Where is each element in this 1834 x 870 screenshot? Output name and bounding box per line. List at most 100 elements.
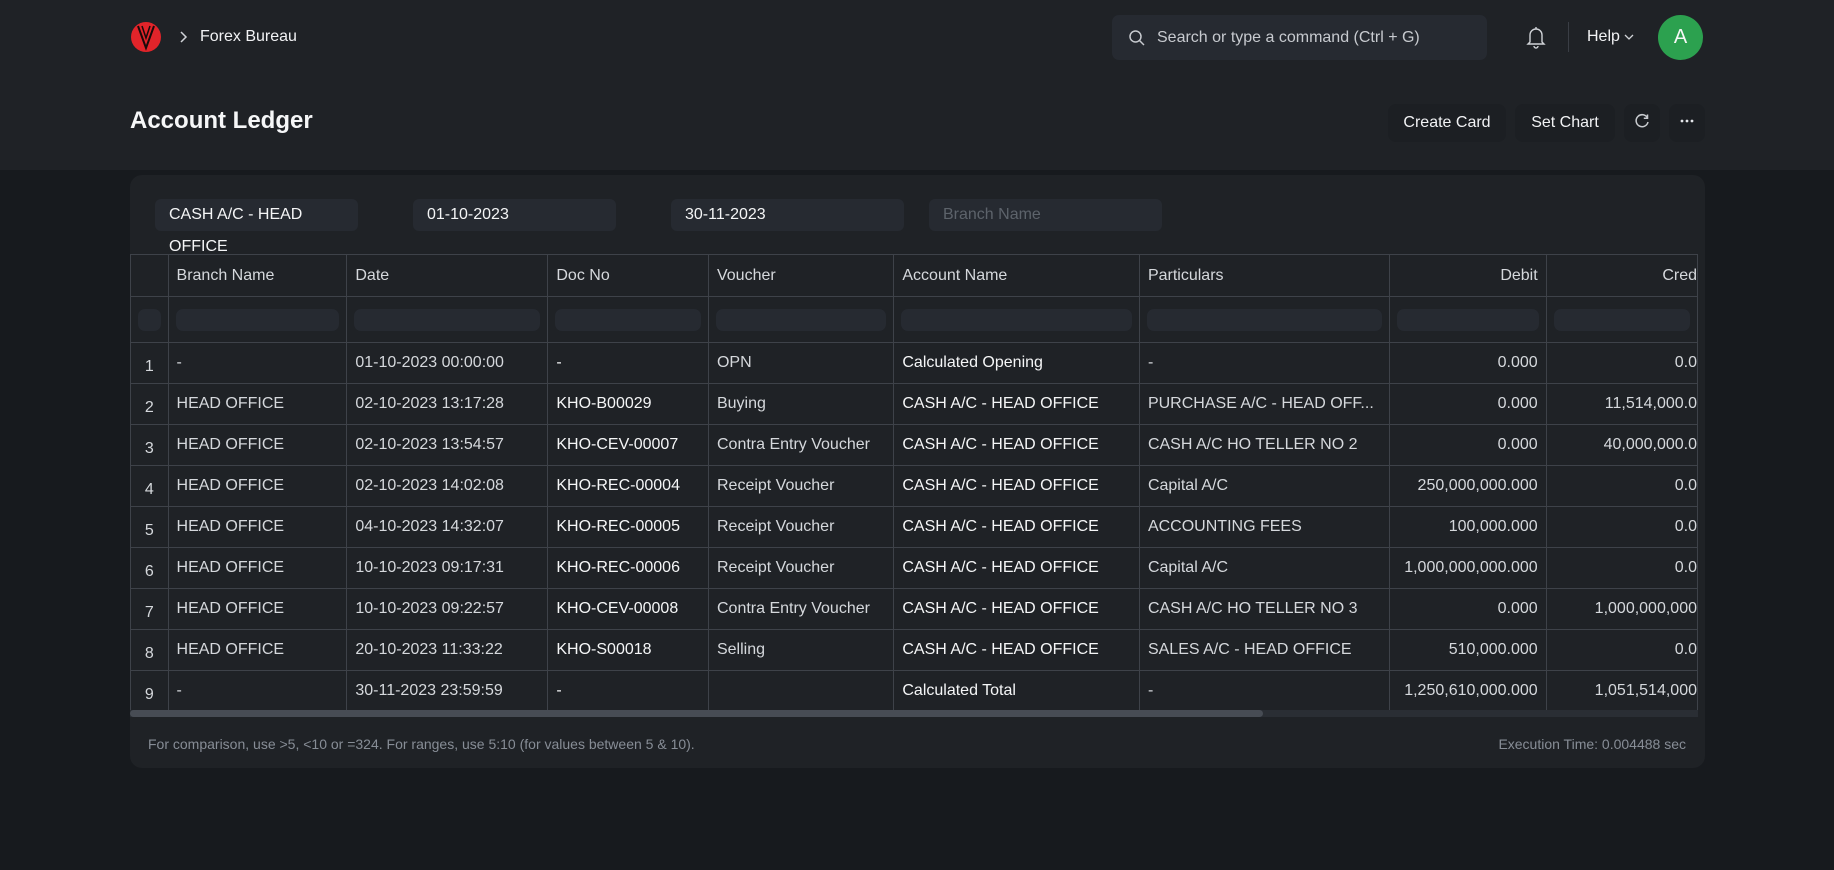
account-name-cell[interactable]: Calculated Opening — [893, 342, 1140, 384]
account-name-cell[interactable]: CASH A/C - HEAD OFFICE — [893, 506, 1140, 548]
particulars-cell[interactable]: - — [1138, 670, 1390, 710]
doc-no-cell[interactable]: KHO-REC-00005 — [547, 506, 709, 548]
credit-cell[interactable]: 0.0 — [1545, 629, 1698, 671]
account-name-cell[interactable]: CASH A/C - HEAD OFFICE — [893, 383, 1140, 425]
date-cell[interactable]: 02-10-2023 14:02:08 — [346, 465, 549, 507]
user-avatar[interactable]: A — [1658, 15, 1703, 60]
account-name-cell[interactable]: CASH A/C - HEAD OFFICE — [893, 424, 1140, 466]
account-name-cell[interactable]: Calculated Total — [893, 670, 1140, 710]
doc-no-cell[interactable]: - — [547, 670, 709, 710]
credit-cell[interactable]: 11,514,000.0 — [1545, 383, 1698, 425]
branch-cell[interactable]: HEAD OFFICE — [167, 506, 348, 548]
breadcrumb-item[interactable]: Forex Bureau — [200, 26, 297, 48]
credit-cell[interactable]: 1,000,000,000 — [1545, 588, 1698, 630]
account-name-cell[interactable]: CASH A/C - HEAD OFFICE — [893, 629, 1140, 671]
more-options-button[interactable] — [1669, 104, 1705, 142]
row-filter-input[interactable] — [138, 308, 161, 331]
debit-cell[interactable]: 0.000 — [1388, 342, 1547, 384]
credit-cell[interactable]: 0.0 — [1545, 342, 1698, 384]
column-header-account-name[interactable]: Account Name — [893, 254, 1140, 297]
particulars-column-filter[interactable] — [1146, 308, 1382, 331]
table-row[interactable]: 8 HEAD OFFICE 20-10-2023 11:33:22 KHO-S0001… — [130, 629, 1698, 671]
doc-no-cell[interactable]: KHO-CEV-00008 — [547, 588, 709, 630]
debit-cell[interactable]: 100,000.000 — [1388, 506, 1547, 548]
debit-cell[interactable]: 1,000,000,000.000 — [1388, 547, 1547, 589]
debit-cell[interactable]: 0.000 — [1388, 424, 1547, 466]
branch-name-column-filter[interactable] — [175, 308, 340, 331]
doc-no-cell[interactable]: KHO-S00018 — [547, 629, 709, 671]
column-header-branch-name[interactable]: Branch Name — [167, 254, 348, 297]
scrollbar-thumb[interactable] — [130, 710, 1263, 717]
search-input[interactable]: Search or type a command (Ctrl + G) — [1112, 15, 1487, 60]
particulars-cell[interactable]: CASH A/C HO TELLER NO 2 — [1138, 424, 1390, 466]
column-header-doc-no[interactable]: Doc No — [547, 254, 709, 297]
doc-no-column-filter[interactable] — [555, 308, 701, 331]
date-cell[interactable]: 10-10-2023 09:22:57 — [346, 588, 549, 630]
table-row[interactable]: 7 HEAD OFFICE 10-10-2023 09:22:57 KHO-CEV-0… — [130, 588, 1698, 630]
account-name-cell[interactable]: CASH A/C - HEAD OFFICE — [893, 547, 1140, 589]
branch-cell[interactable]: - — [167, 670, 348, 710]
date-cell[interactable]: 30-11-2023 23:59:59 — [346, 670, 549, 710]
credit-column-filter[interactable] — [1553, 308, 1690, 331]
table-row[interactable]: 4 HEAD OFFICE 02-10-2023 14:02:08 KHO-REC-0… — [130, 465, 1698, 507]
voucher-column-filter[interactable] — [715, 308, 887, 331]
particulars-cell[interactable]: - — [1138, 342, 1390, 384]
doc-no-cell[interactable]: - — [547, 342, 709, 384]
column-header-credit[interactable]: Cred — [1545, 254, 1698, 297]
debit-cell[interactable]: 1,250,610,000.000 — [1388, 670, 1547, 710]
create-card-button[interactable]: Create Card — [1388, 104, 1506, 142]
particulars-cell[interactable]: SALES A/C - HEAD OFFICE — [1138, 629, 1390, 671]
date-cell[interactable]: 10-10-2023 09:17:31 — [346, 547, 549, 589]
table-row[interactable]: 6 HEAD OFFICE 10-10-2023 09:17:31 KHO-REC-0… — [130, 547, 1698, 589]
set-chart-button[interactable]: Set Chart — [1515, 104, 1615, 142]
debit-cell[interactable]: 0.000 — [1388, 588, 1547, 630]
table-row[interactable]: 9-30-11-2023 23:59:59- Calculated Total -1… — [130, 670, 1698, 710]
particulars-cell[interactable]: PURCHASE A/C - HEAD OFF... — [1138, 383, 1390, 425]
date-cell[interactable]: 02-10-2023 13:54:57 — [346, 424, 549, 466]
table-row[interactable]: 5 HEAD OFFICE 04-10-2023 14:32:07 KHO-REC-0… — [130, 506, 1698, 548]
horizontal-scrollbar[interactable] — [130, 710, 1698, 717]
date-cell[interactable]: 04-10-2023 14:32:07 — [346, 506, 549, 548]
branch-cell[interactable]: HEAD OFFICE — [167, 424, 348, 466]
doc-no-cell[interactable]: KHO-CEV-00007 — [547, 424, 709, 466]
doc-no-cell[interactable]: KHO-REC-00004 — [547, 465, 709, 507]
credit-cell[interactable]: 0.0 — [1545, 547, 1698, 589]
table-row[interactable]: 3 HEAD OFFICE 02-10-2023 13:54:57 KHO-CEV-0… — [130, 424, 1698, 466]
column-header-date[interactable]: Date — [346, 254, 549, 297]
branch-cell[interactable]: - — [167, 342, 348, 384]
column-header-debit[interactable]: Debit — [1388, 254, 1547, 297]
to-date-filter[interactable]: 30-11-2023 — [671, 199, 904, 231]
date-cell[interactable]: 01-10-2023 00:00:00 — [346, 342, 549, 384]
voucher-cell[interactable]: Contra Entry Voucher — [707, 588, 895, 630]
help-dropdown[interactable]: Help — [1587, 26, 1634, 48]
date-cell[interactable]: 20-10-2023 11:33:22 — [346, 629, 549, 671]
branch-cell[interactable]: HEAD OFFICE — [167, 465, 348, 507]
debit-cell[interactable]: 0.000 — [1388, 383, 1547, 425]
table-row[interactable]: 2 HEAD OFFICE 02-10-2023 13:17:28 KHO-B0002… — [130, 383, 1698, 425]
column-header-particulars[interactable]: Particulars — [1138, 254, 1390, 297]
notification-bell-icon[interactable] — [1525, 25, 1547, 49]
branch-name-filter[interactable]: Branch Name — [929, 199, 1162, 231]
debit-column-filter[interactable] — [1396, 308, 1539, 331]
voucher-cell[interactable]: Selling — [707, 629, 895, 671]
voucher-cell[interactable]: Receipt Voucher — [707, 506, 895, 548]
voucher-cell[interactable] — [707, 670, 895, 710]
refresh-button[interactable] — [1624, 104, 1660, 142]
date-cell[interactable]: 02-10-2023 13:17:28 — [346, 383, 549, 425]
from-date-filter[interactable]: 01-10-2023 — [413, 199, 616, 231]
account-name-cell[interactable]: CASH A/C - HEAD OFFICE — [893, 465, 1140, 507]
credit-cell[interactable]: 40,000,000.0 — [1545, 424, 1698, 466]
voucher-cell[interactable]: Buying — [707, 383, 895, 425]
voucher-cell[interactable]: OPN — [707, 342, 895, 384]
table-row[interactable]: 1-01-10-2023 00:00:00- OPN Calculated Open… — [130, 342, 1698, 384]
particulars-cell[interactable]: Capital A/C — [1138, 547, 1390, 589]
account-name-cell[interactable]: CASH A/C - HEAD OFFICE — [893, 588, 1140, 630]
voucher-cell[interactable]: Contra Entry Voucher — [707, 424, 895, 466]
doc-no-cell[interactable]: KHO-B00029 — [547, 383, 709, 425]
branch-cell[interactable]: HEAD OFFICE — [167, 629, 348, 671]
voucher-cell[interactable]: Receipt Voucher — [707, 547, 895, 589]
doc-no-cell[interactable]: KHO-REC-00006 — [547, 547, 709, 589]
particulars-cell[interactable]: ACCOUNTING FEES — [1138, 506, 1390, 548]
account-name-column-filter[interactable] — [901, 308, 1132, 331]
debit-cell[interactable]: 250,000,000.000 — [1388, 465, 1547, 507]
